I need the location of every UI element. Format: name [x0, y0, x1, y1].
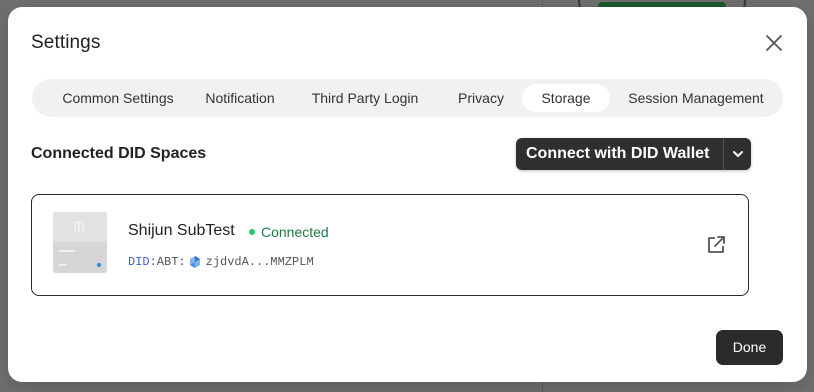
dialog-title: Settings: [31, 32, 101, 53]
tab-third-party-login[interactable]: Third Party Login: [300, 84, 430, 112]
tab-session-management[interactable]: Session Management: [622, 84, 770, 112]
chevron-down-icon[interactable]: [731, 147, 745, 161]
settings-dialog: Settings Common Settings Notification Th…: [8, 7, 807, 382]
status-badge: Connected: [261, 224, 329, 240]
section-title: Connected DID Spaces: [31, 145, 207, 162]
close-icon: [766, 35, 782, 51]
did-value: zjdvdA...MMZPLM: [205, 255, 314, 269]
connect-button-label: Connect with DID Wallet: [526, 145, 710, 162]
did-prefix: DID: [128, 255, 150, 269]
did-space-thumbnail-icon: [53, 212, 107, 273]
did-address[interactable]: DID :ABT: zjdvdA...MMZPLM: [128, 255, 314, 269]
tab-notification[interactable]: Notification: [190, 84, 290, 112]
did-avatar-icon: [189, 256, 200, 268]
connect-did-wallet-button[interactable]: Connect with DID Wallet: [516, 138, 751, 170]
space-name: Shijun SubTest: [128, 222, 235, 239]
did-space-card: Shijun SubTest Connected DID :ABT: zjdvd…: [31, 194, 749, 296]
external-link-icon: [708, 236, 725, 253]
tab-privacy[interactable]: Privacy: [444, 84, 518, 112]
done-button[interactable]: Done: [716, 330, 783, 365]
did-type: :ABT:: [149, 255, 186, 269]
open-space-button[interactable]: [706, 235, 726, 255]
tab-common-settings[interactable]: Common Settings: [48, 84, 188, 112]
tab-storage[interactable]: Storage: [522, 84, 610, 112]
settings-tabs: Common Settings Notification Third Party…: [32, 79, 783, 117]
close-button[interactable]: [764, 33, 784, 53]
status-dot: [249, 229, 255, 235]
button-divider: [723, 138, 724, 170]
